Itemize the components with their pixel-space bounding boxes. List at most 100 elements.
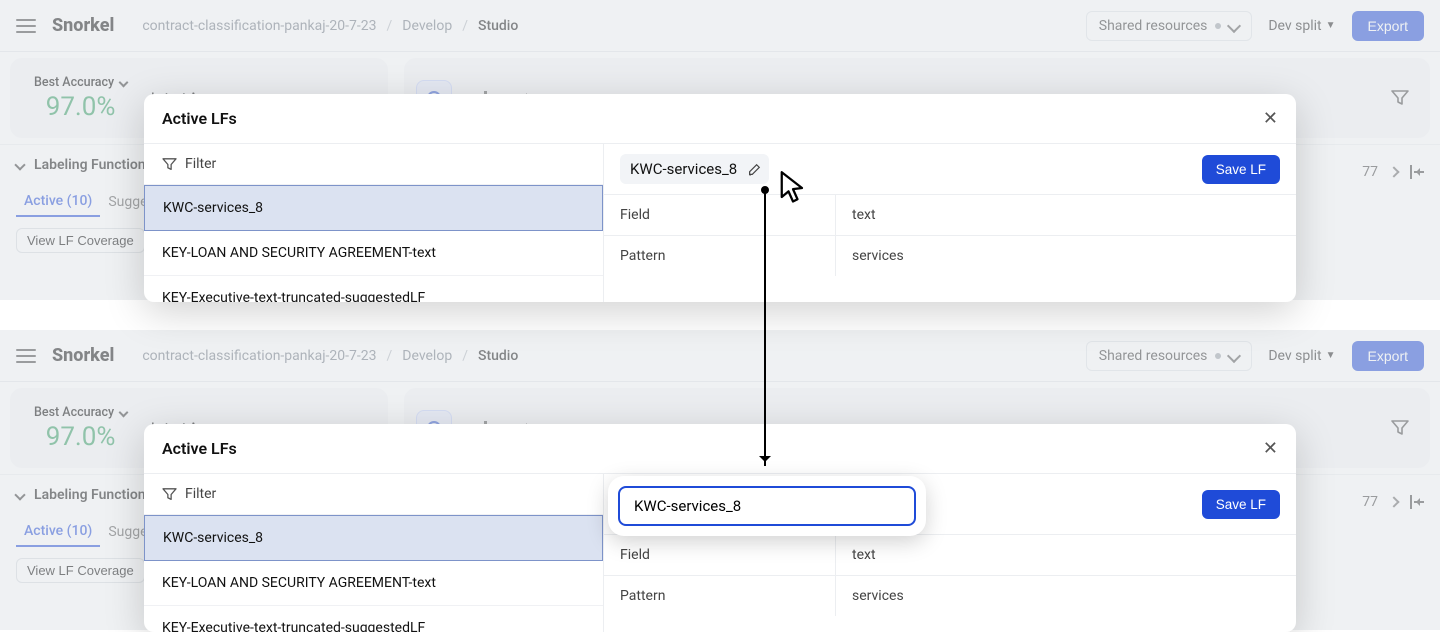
lf-item[interactable]: KEY-LOAN AND SECURITY AGREEMENT-text (144, 561, 603, 606)
filter-row[interactable]: Filter (144, 144, 603, 185)
caret-down-icon: ▼ (1326, 350, 1336, 361)
save-lf-button[interactable]: Save LF (1202, 155, 1280, 184)
logo[interactable]: Snorkel (52, 345, 114, 366)
best-accuracy-label: Best Accuracy (34, 75, 127, 90)
collapse-icon[interactable] (1410, 495, 1426, 509)
filter-tool[interactable] (1382, 80, 1418, 116)
filter-label: Filter (185, 486, 216, 502)
header-right: Shared resources Dev split ▼ Export (1086, 11, 1424, 41)
breadcrumb: contract-classification-pankaj-20-7-23 /… (142, 348, 518, 364)
best-accuracy-label: Best Accuracy (34, 405, 127, 420)
lf-section-title: Labeling Functions (34, 157, 153, 173)
lf-name-field[interactable] (632, 496, 902, 516)
crumb-sep: / (462, 18, 468, 34)
modal-header: Active LFs ✕ (144, 94, 1296, 144)
lf-item-selected[interactable]: KWC-services_8 (144, 515, 603, 561)
kv-field: Field text (604, 534, 1296, 575)
pagination-area: 77 (1362, 494, 1426, 510)
kv-value: services (836, 236, 1296, 276)
state-before-pane: Snorkel contract-classification-pankaj-2… (0, 0, 1440, 300)
filter-tool[interactable] (1382, 410, 1418, 446)
filter-label: Filter (185, 156, 216, 172)
modal-title: Active LFs (162, 439, 237, 458)
crumb-project[interactable]: contract-classification-pankaj-20-7-23 (142, 18, 376, 34)
best-accuracy: Best Accuracy 97.0% (34, 75, 127, 122)
edit-icon[interactable] (747, 163, 759, 175)
tab-active[interactable]: Active (10) (16, 187, 100, 217)
state-after-pane: Snorkel contract-classification-pankaj-2… (0, 330, 1440, 630)
lf-name-input-highlight[interactable] (618, 486, 916, 526)
view-coverage-button[interactable]: View LF Coverage (16, 558, 145, 583)
breadcrumb: contract-classification-pankaj-20-7-23 /… (142, 18, 518, 34)
kv-field: Field text (604, 194, 1296, 235)
lf-section-title: Labeling Functions (34, 487, 153, 503)
header: Snorkel contract-classification-pankaj-2… (0, 330, 1440, 382)
lf-detail: KWC-services_8 Save LF Field text Patter… (604, 144, 1296, 302)
chevron-down-icon (1227, 348, 1241, 362)
best-accuracy-value: 97.0% (46, 92, 116, 122)
name-row: KWC-services_8 Save LF (604, 144, 1296, 194)
crumb-studio[interactable]: Studio (478, 18, 518, 34)
split-dropdown[interactable]: Dev split ▼ (1268, 348, 1335, 364)
chevron-right-icon[interactable] (1388, 496, 1399, 507)
kv-key: Field (604, 195, 836, 235)
lf-list: Filter KWC-services_8 KEY-LOAN AND SECUR… (144, 474, 604, 632)
collapse-icon[interactable] (1410, 165, 1426, 179)
kv-value: text (836, 195, 1296, 235)
split-label: Dev split (1268, 348, 1321, 364)
menu-icon[interactable] (16, 349, 36, 363)
split-label: Dev split (1268, 18, 1321, 34)
status-dot-icon (1215, 353, 1221, 359)
export-button[interactable]: Export (1352, 11, 1424, 41)
page-count: 77 (1362, 164, 1378, 180)
chevron-down-icon (14, 159, 25, 170)
shared-resources-dropdown[interactable]: Shared resources (1086, 11, 1253, 41)
shared-label: Shared resources (1099, 348, 1208, 364)
header: Snorkel contract-classification-pankaj-2… (0, 0, 1440, 52)
close-icon[interactable]: ✕ (1263, 438, 1278, 459)
caret-down-icon: ▼ (1326, 20, 1336, 31)
funnel-icon (162, 488, 177, 501)
split-dropdown[interactable]: Dev split ▼ (1268, 18, 1335, 34)
funnel-icon (162, 158, 177, 171)
kv-value: text (836, 535, 1296, 575)
shared-resources-dropdown[interactable]: Shared resources (1086, 341, 1253, 371)
kv-pattern: Pattern services (604, 235, 1296, 276)
view-coverage-button[interactable]: View LF Coverage (16, 228, 145, 253)
chevron-down-icon[interactable] (119, 407, 129, 417)
export-button[interactable]: Export (1352, 341, 1424, 371)
kv-key: Pattern (604, 576, 836, 616)
best-accuracy-value: 97.0% (46, 422, 116, 452)
funnel-icon (1391, 420, 1409, 436)
kv-key: Field (604, 535, 836, 575)
transition-arrow (764, 190, 766, 466)
modal-title: Active LFs (162, 109, 237, 128)
close-icon[interactable]: ✕ (1263, 108, 1278, 129)
lf-item[interactable]: KEY-LOAN AND SECURITY AGREEMENT-text (144, 231, 603, 276)
chevron-right-icon[interactable] (1388, 166, 1399, 177)
save-lf-button[interactable]: Save LF (1202, 490, 1280, 519)
pane-separator (0, 300, 1440, 330)
crumb-develop[interactable]: Develop (402, 348, 452, 364)
shared-label: Shared resources (1099, 18, 1208, 34)
crumb-project[interactable]: contract-classification-pankaj-20-7-23 (142, 348, 376, 364)
crumb-sep: / (462, 348, 468, 364)
lf-name-chip[interactable]: KWC-services_8 (620, 154, 769, 184)
menu-icon[interactable] (16, 19, 36, 33)
filter-row[interactable]: Filter (144, 474, 603, 515)
active-lfs-modal: Active LFs ✕ Filter KWC-services_8 KEY-L… (144, 94, 1296, 302)
chevron-down-icon (14, 489, 25, 500)
crumb-studio[interactable]: Studio (478, 348, 518, 364)
kv-pattern: Pattern services (604, 575, 1296, 616)
chevron-down-icon[interactable] (119, 77, 129, 87)
lf-item[interactable]: KEY-Executive-text-truncated-suggestedLF (144, 276, 603, 302)
crumb-develop[interactable]: Develop (402, 18, 452, 34)
header-right: Shared resources Dev split ▼ Export (1086, 341, 1424, 371)
crumb-sep: / (387, 18, 393, 34)
best-accuracy: Best Accuracy 97.0% (34, 405, 127, 452)
crumb-sep: / (387, 348, 393, 364)
lf-item[interactable]: KEY-Executive-text-truncated-suggestedLF (144, 606, 603, 632)
lf-item-selected[interactable]: KWC-services_8 (144, 185, 603, 231)
tab-active[interactable]: Active (10) (16, 517, 100, 547)
logo[interactable]: Snorkel (52, 15, 114, 36)
